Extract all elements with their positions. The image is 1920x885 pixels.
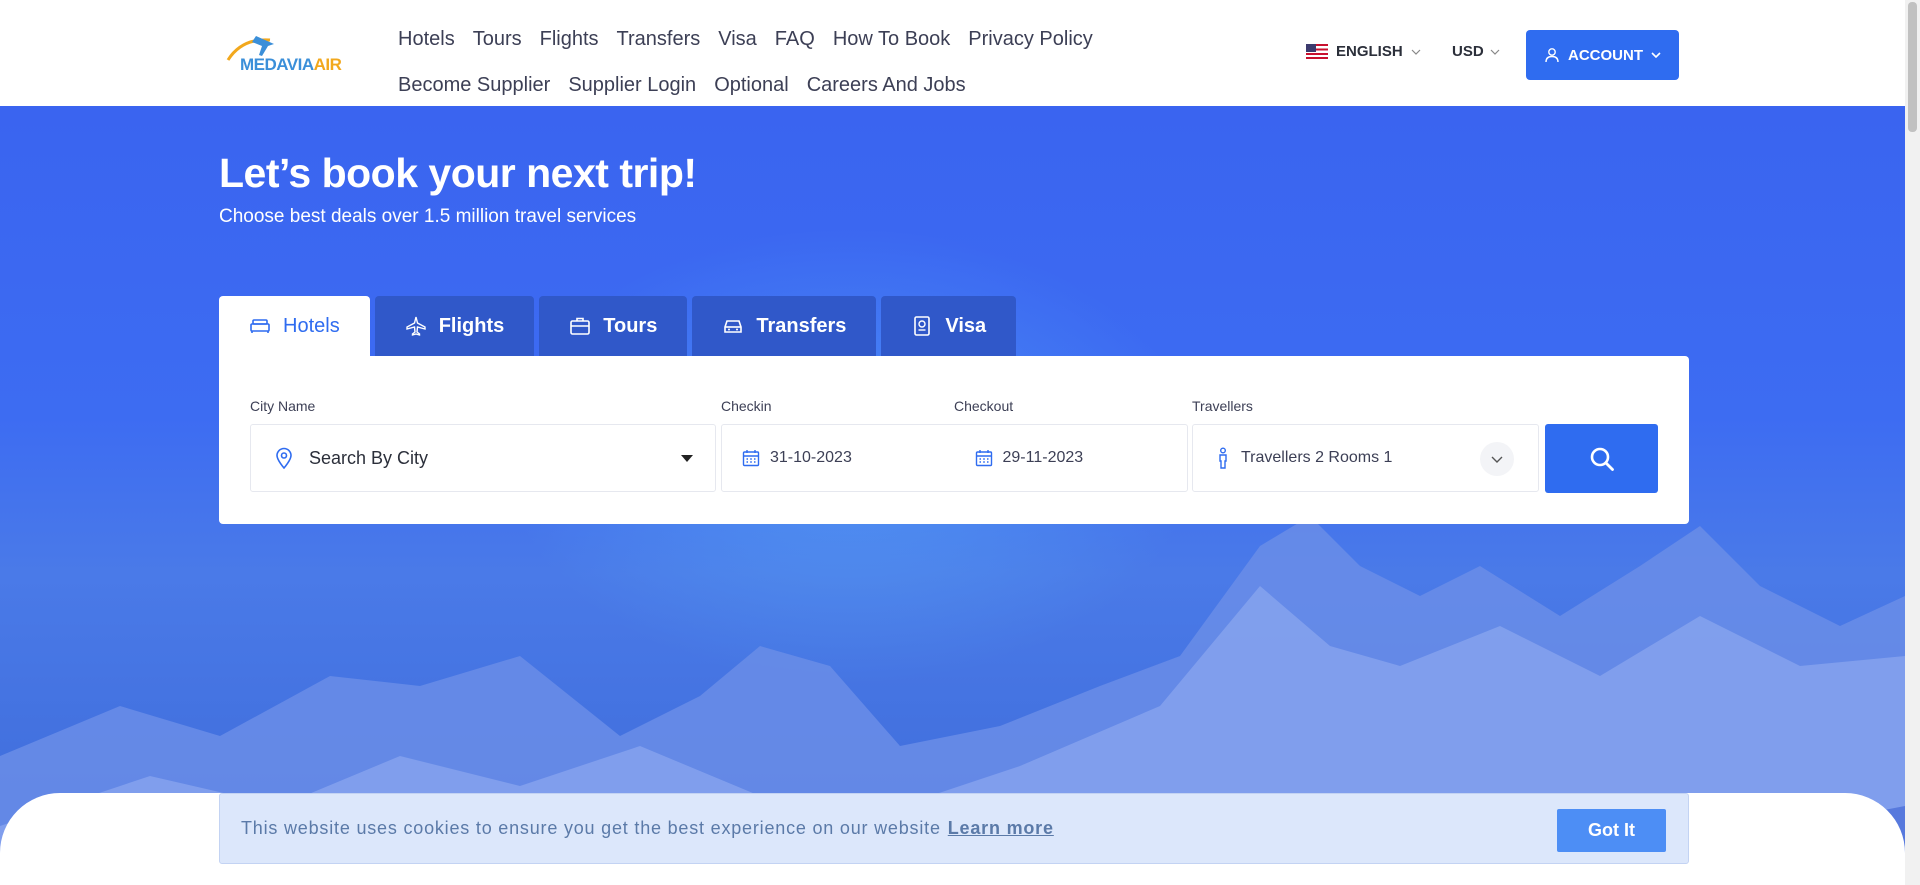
- user-icon: [1545, 48, 1559, 63]
- nav-link-privacy-policy[interactable]: Privacy Policy: [968, 28, 1092, 51]
- city-name-label: City Name: [250, 398, 316, 414]
- person-icon: [1219, 447, 1227, 469]
- passport-icon: [914, 316, 931, 336]
- checkout-value: 29-11-2023: [1002, 449, 1084, 466]
- tab-flights[interactable]: Flights: [374, 296, 535, 356]
- calendar-icon: [975, 450, 992, 467]
- language-label: ENGLISH: [1336, 43, 1403, 60]
- calendar-icon: [742, 450, 760, 467]
- cookie-banner: This website uses cookies to ensure you …: [219, 793, 1689, 864]
- nav-link-optional[interactable]: Optional: [714, 74, 789, 97]
- chevron-down-icon: [1490, 49, 1500, 55]
- plane-icon: [406, 316, 426, 336]
- nav-link-hotels[interactable]: Hotels: [398, 28, 455, 51]
- language-selector[interactable]: ENGLISH: [1306, 43, 1421, 60]
- account-label: ACCOUNT: [1568, 46, 1643, 64]
- chevron-down-icon: [1651, 52, 1661, 58]
- tab-label: Hotels: [283, 314, 340, 337]
- us-flag-icon: [1306, 44, 1328, 59]
- bed-icon: [250, 319, 270, 333]
- nav-link-visa[interactable]: Visa: [718, 28, 757, 51]
- tab-transfers[interactable]: Transfers: [692, 296, 877, 356]
- checkout-label: Checkout: [954, 398, 1014, 414]
- nav-link-flights[interactable]: Flights: [540, 28, 599, 51]
- chevron-down-icon: [1491, 456, 1503, 463]
- nav-row-1: Hotels Tours Flights Transfers Visa FAQ …: [398, 16, 1118, 62]
- travellers-dropdown-toggle[interactable]: [1480, 442, 1514, 476]
- nav-link-careers[interactable]: Careers And Jobs: [807, 74, 966, 97]
- travellers-label: Travellers: [1192, 398, 1253, 414]
- checkin-label: Checkin: [721, 398, 772, 414]
- nav-link-supplier-login[interactable]: Supplier Login: [568, 74, 696, 97]
- currency-label: USD: [1452, 43, 1484, 60]
- location-pin-icon: [276, 447, 292, 469]
- logo-text: MEDAVIAAIR: [240, 55, 342, 74]
- nav-link-how-to-book[interactable]: How To Book: [833, 28, 950, 51]
- tab-label: Transfers: [756, 314, 847, 337]
- site-logo[interactable]: MEDAVIAAIR: [222, 30, 342, 78]
- tab-label: Visa: [945, 314, 987, 337]
- cookie-text: This website uses cookies to ensure you …: [241, 818, 941, 838]
- car-icon: [724, 320, 743, 333]
- nav-link-become-supplier[interactable]: Become Supplier: [398, 74, 550, 97]
- hotel-search-form: City Name Search By City Checkin Checkou…: [219, 356, 1689, 524]
- checkin-value: 31-10-2023: [770, 449, 852, 466]
- checkin-field[interactable]: 31-10-2023: [722, 449, 955, 467]
- site-header: MEDAVIAAIR Hotels Tours Flights Transfer…: [0, 0, 1905, 106]
- city-select-value: Search By City: [309, 447, 429, 468]
- main-nav: Hotels Tours Flights Transfers Visa FAQ …: [398, 16, 1118, 108]
- nav-link-transfers[interactable]: Transfers: [617, 28, 701, 51]
- cookie-learn-more-link[interactable]: Learn more: [948, 818, 1054, 839]
- travellers-value: Travellers 2 Rooms 1: [1241, 449, 1393, 466]
- date-range-field: 31-10-2023 29-11-2023: [721, 424, 1188, 492]
- search-icon: [1590, 447, 1614, 471]
- tab-label: Tours: [603, 314, 658, 337]
- tab-tours[interactable]: Tours: [539, 296, 688, 356]
- account-button[interactable]: ACCOUNT: [1526, 30, 1679, 80]
- travellers-field[interactable]: Travellers 2 Rooms 1: [1192, 424, 1539, 492]
- page-scrollbar[interactable]: [1905, 0, 1920, 885]
- caret-down-icon: [681, 454, 693, 462]
- currency-selector[interactable]: USD: [1452, 43, 1500, 60]
- nav-row-2: Become Supplier Supplier Login Optional …: [398, 62, 1118, 108]
- hero-title: Let’s book your next trip!: [219, 150, 697, 196]
- tab-visa[interactable]: Visa: [881, 296, 1017, 356]
- chevron-down-icon: [1411, 49, 1421, 55]
- search-button[interactable]: [1545, 424, 1658, 493]
- suitcase-icon: [570, 317, 591, 335]
- nav-link-tours[interactable]: Tours: [473, 28, 522, 51]
- search-tabs: Hotels Flights Tours Transfers Visa: [219, 296, 1017, 356]
- tab-label: Flights: [438, 314, 505, 337]
- tab-hotels[interactable]: Hotels: [219, 296, 370, 356]
- city-select[interactable]: Search By City: [250, 424, 716, 492]
- nav-link-faq[interactable]: FAQ: [775, 28, 815, 51]
- checkout-field[interactable]: 29-11-2023: [955, 449, 1188, 467]
- cookie-accept-button[interactable]: Got It: [1557, 809, 1666, 852]
- hero-subtitle: Choose best deals over 1.5 million trave…: [219, 206, 637, 227]
- hero-section: Let’s book your next trip! Choose best d…: [0, 106, 1905, 885]
- scrollbar-thumb[interactable]: [1908, 2, 1917, 132]
